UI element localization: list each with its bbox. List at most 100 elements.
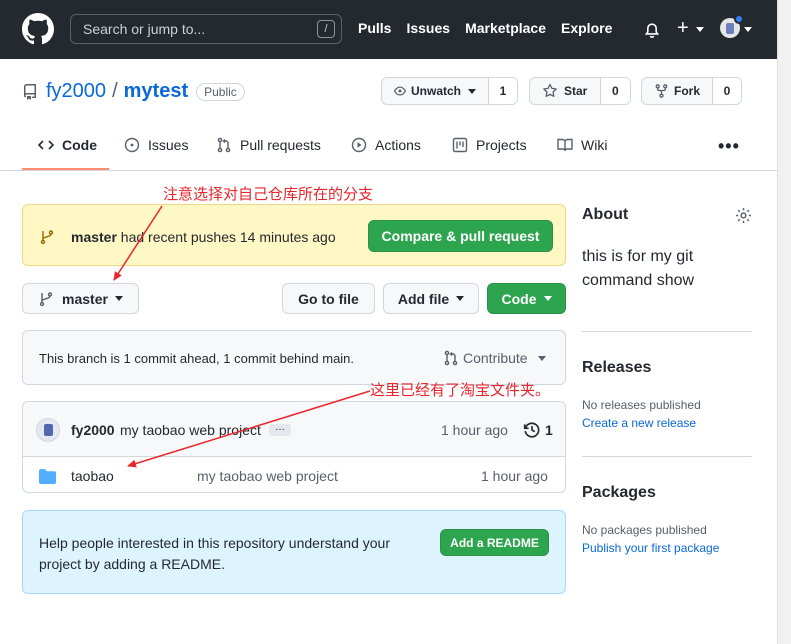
releases-empty-text: No releases published <box>582 398 701 412</box>
tab-code-label: Code <box>62 137 97 153</box>
play-icon <box>351 137 367 153</box>
repo-separator: / <box>112 80 118 102</box>
notification-dot-icon <box>734 14 744 24</box>
tab-code[interactable]: Code <box>38 137 97 153</box>
nav-explore[interactable]: Explore <box>561 20 612 36</box>
fork-button-group: Fork 0 <box>641 77 742 105</box>
file-commit-time: 1 hour ago <box>481 468 548 484</box>
file-name[interactable]: taobao <box>71 468 114 484</box>
create-release-link[interactable]: Create a new release <box>582 416 696 430</box>
code-caret-icon <box>543 296 552 301</box>
star-label: Star <box>564 84 588 98</box>
eye-icon <box>394 86 406 96</box>
search-input[interactable]: Search or jump to... / <box>70 14 342 44</box>
tab-issues[interactable]: Issues <box>124 137 188 153</box>
tab-projects-label: Projects <box>476 137 527 153</box>
create-new-caret-icon[interactable] <box>696 27 704 32</box>
code-icon <box>38 140 54 150</box>
push-message-text: had recent pushes 14 minutes ago <box>116 229 336 245</box>
unwatch-button[interactable]: Unwatch <box>382 78 489 104</box>
watchers-count[interactable]: 1 <box>489 78 517 104</box>
search-shortcut-key: / <box>317 20 335 38</box>
commit-expand-button[interactable]: … <box>269 423 291 436</box>
packages-empty-text: No packages published <box>582 523 707 537</box>
repo-tabs: Code Issues Pull requests Actions Projec… <box>0 124 777 171</box>
about-heading: About <box>582 206 629 223</box>
file-commit-message[interactable]: my taobao web project <box>197 468 338 484</box>
user-menu-caret-icon[interactable] <box>744 27 752 32</box>
forks-count[interactable]: 0 <box>713 78 741 104</box>
folder-icon <box>39 469 56 484</box>
tab-projects[interactable]: Projects <box>452 137 527 153</box>
annotation-branch-note: 注意选择对自己仓库所在的分支 <box>163 186 374 203</box>
latest-commit-row: fy2000 my taobao web project … 1 hour ag… <box>23 402 565 457</box>
add-file-button[interactable]: Add file <box>383 283 479 314</box>
packages-heading[interactable]: Packages <box>582 484 656 502</box>
commit-time[interactable]: 1 hour ago <box>441 422 508 438</box>
pull-request-icon <box>217 137 231 153</box>
repo-owner-link[interactable]: fy2000 <box>46 80 106 103</box>
global-header: Search or jump to... / Pulls Issues Mark… <box>0 0 777 59</box>
branch-status-text: This branch is 1 commit ahead, 1 commit … <box>39 351 355 366</box>
annotation-folder-note: 这里已经有了淘宝文件夹。 <box>370 382 551 399</box>
fork-button[interactable]: Fork <box>642 78 713 104</box>
unwatch-button-group: Unwatch 1 <box>381 77 518 105</box>
branch-select-button[interactable]: master <box>22 283 139 314</box>
notifications-bell-icon[interactable] <box>643 20 661 40</box>
tab-pull-requests-label: Pull requests <box>240 137 321 153</box>
publish-package-link[interactable]: Publish your first package <box>582 541 719 555</box>
branch-icon <box>40 230 54 245</box>
code-button[interactable]: Code <box>487 283 566 314</box>
contribute-button[interactable]: Contribute <box>443 350 546 366</box>
repo-title: fy2000 / mytest Public <box>22 80 245 103</box>
push-branch-name[interactable]: master <box>71 229 117 245</box>
star-button-group: Star 0 <box>529 77 631 105</box>
tab-wiki-label: Wiki <box>581 137 608 153</box>
fork-label: Fork <box>673 84 700 98</box>
fork-icon <box>655 84 668 98</box>
nav-issues[interactable]: Issues <box>406 20 450 36</box>
unwatch-label: Unwatch <box>410 84 461 98</box>
history-icon <box>523 422 540 438</box>
go-to-file-button[interactable]: Go to file <box>282 283 375 314</box>
contribute-label: Contribute <box>463 350 528 366</box>
repo-icon <box>23 83 36 100</box>
visibility-badge: Public <box>196 82 245 101</box>
commit-message[interactable]: my taobao web project <box>120 422 261 438</box>
stars-count[interactable]: 0 <box>600 78 630 104</box>
more-tabs-icon[interactable]: ••• <box>718 136 740 157</box>
commit-history-link[interactable]: 1 <box>523 421 553 439</box>
branch-select-label: master <box>62 290 108 307</box>
unwatch-caret-icon <box>468 88 476 94</box>
search-placeholder: Search or jump to... <box>83 21 206 37</box>
github-logo-icon[interactable] <box>22 13 54 45</box>
commit-author-avatar[interactable] <box>36 418 60 442</box>
releases-heading[interactable]: Releases <box>582 359 651 377</box>
nav-pulls[interactable]: Pulls <box>358 20 391 36</box>
branch-status-box: This branch is 1 commit ahead, 1 commit … <box>22 330 566 385</box>
commit-author[interactable]: fy2000 <box>71 422 115 438</box>
global-nav: Pulls Issues Marketplace Explore <box>358 20 627 36</box>
file-row[interactable]: taobao my taobao web project 1 hour ago <box>23 457 565 492</box>
contribute-caret-icon <box>537 355 546 361</box>
vertical-scrollbar[interactable] <box>777 0 791 644</box>
project-icon <box>452 137 468 153</box>
add-readme-prompt: Help people interested in this repositor… <box>22 510 566 594</box>
branch-icon <box>39 291 53 306</box>
tab-actions[interactable]: Actions <box>351 137 421 153</box>
tab-pull-requests[interactable]: Pull requests <box>216 137 321 153</box>
tab-wiki[interactable]: Wiki <box>557 137 607 153</box>
nav-marketplace[interactable]: Marketplace <box>465 20 546 36</box>
star-button[interactable]: Star <box>530 78 601 104</box>
gear-icon[interactable] <box>735 207 752 224</box>
repo-name-link[interactable]: mytest <box>124 80 188 103</box>
commit-count: 1 <box>545 422 553 438</box>
readme-prompt-text: Help people interested in this repositor… <box>39 535 390 572</box>
about-description: this is for my git command show <box>582 248 695 289</box>
add-file-caret-icon <box>456 296 465 301</box>
book-icon <box>557 138 573 152</box>
file-browser: fy2000 my taobao web project … 1 hour ag… <box>22 401 566 493</box>
compare-pull-request-button[interactable]: Compare & pull request <box>368 220 553 252</box>
add-readme-button[interactable]: Add a README <box>440 529 549 556</box>
create-new-plus-icon[interactable]: + <box>677 18 689 38</box>
